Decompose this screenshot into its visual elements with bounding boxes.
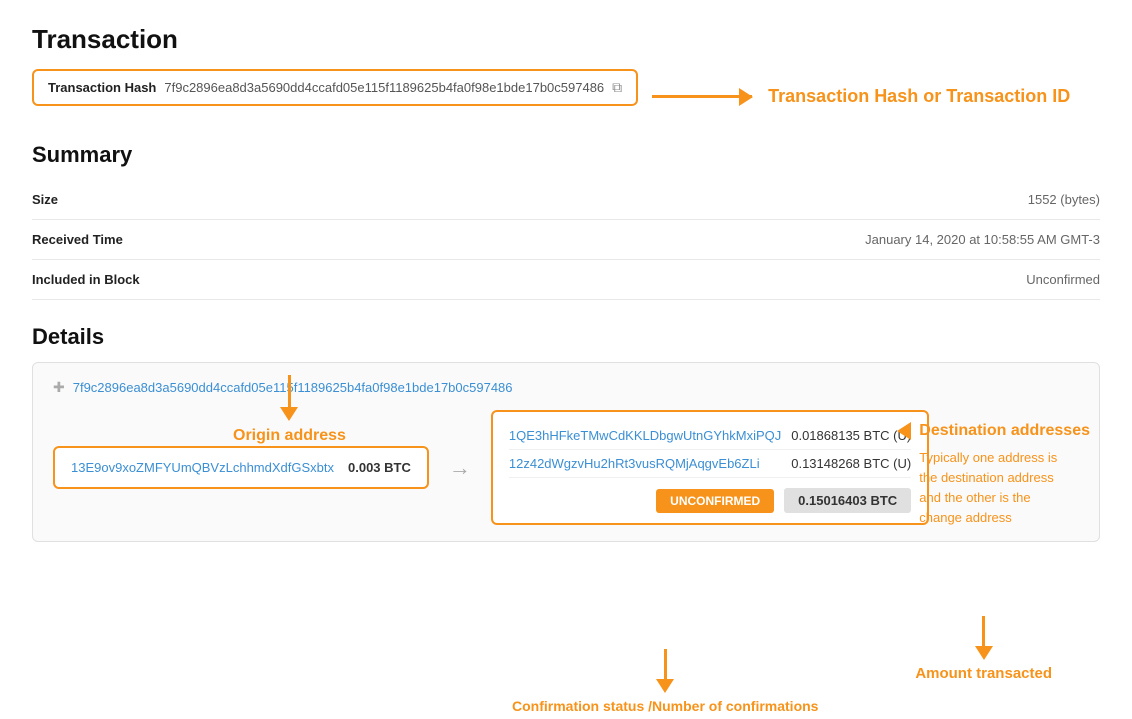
- status-badge: UNCONFIRMED: [656, 489, 774, 513]
- summary-row-label: Received Time: [32, 220, 232, 260]
- copy-icon[interactable]: ⧉: [612, 79, 622, 96]
- dest-address-2[interactable]: 12z42dWgzvHu2hRt3vusRQMjAqgvEb6ZLi: [509, 456, 760, 471]
- summary-row: Size1552 (bytes): [32, 180, 1100, 220]
- summary-table: Size1552 (bytes)Received TimeJanuary 14,…: [32, 180, 1100, 300]
- page-title: Transaction: [32, 24, 1100, 55]
- summary-row-label: Included in Block: [32, 260, 232, 300]
- dest-box: 1QE3hHFkeTMwCdKKLDbgwUtnGYhkMxiPQJ 0.018…: [491, 410, 929, 525]
- details-txid-value[interactable]: 7f9c2896ea8d3a5690dd4ccafd05e115f1189625…: [73, 380, 513, 395]
- amount-annotation-label: Amount transacted: [915, 665, 1052, 682]
- tx-flow: 13E9ov9xoZMFYUmQBVzLchhmdXdfGSxbtx 0.003…: [53, 410, 1079, 525]
- status-row: UNCONFIRMED 0.15016403 BTC: [509, 488, 911, 513]
- hash-row-wrapper: Transaction Hash 7f9c2896ea8d3a5690dd4cc…: [32, 69, 1100, 124]
- dest-address-1[interactable]: 1QE3hHFkeTMwCdKKLDbgwUtnGYhkMxiPQJ: [509, 428, 781, 443]
- details-block: ✚ 7f9c2896ea8d3a5690dd4ccafd05e115f11896…: [32, 362, 1100, 542]
- origin-amount: 0.003 BTC: [348, 460, 411, 475]
- details-title: Details: [32, 324, 1100, 350]
- summary-row-value: January 14, 2020 at 10:58:55 AM GMT-3: [232, 220, 1100, 260]
- transaction-hash-annotation: Transaction Hash or Transaction ID: [768, 86, 1070, 107]
- summary-row: Included in BlockUnconfirmed: [32, 260, 1100, 300]
- summary-title: Summary: [32, 142, 1100, 168]
- summary-row-value: Unconfirmed: [232, 260, 1100, 300]
- amount-annotation: Amount transacted: [915, 616, 1052, 682]
- transaction-hash-label: Transaction Hash: [48, 80, 156, 95]
- origin-address[interactable]: 13E9ov9xoZMFYUmQBVzLchhmdXdfGSxbtx: [71, 460, 334, 475]
- summary-row-value: 1552 (bytes): [232, 180, 1100, 220]
- details-txid-row: ✚ 7f9c2896ea8d3a5690dd4ccafd05e115f11896…: [53, 379, 1079, 396]
- transaction-hash-value: 7f9c2896ea8d3a5690dd4ccafd05e115f1189625…: [164, 80, 604, 95]
- dest-row-1: 1QE3hHFkeTMwCdKKLDbgwUtnGYhkMxiPQJ 0.018…: [509, 422, 911, 450]
- details-outer: ✚ 7f9c2896ea8d3a5690dd4ccafd05e115f11896…: [32, 362, 1100, 672]
- confirm-annotation-label: Confirmation status /Number of confirmat…: [512, 698, 818, 714]
- summary-row-label: Size: [32, 180, 232, 220]
- btc-total: 0.15016403 BTC: [784, 488, 911, 513]
- dest-row-2: 12z42dWgzvHu2hRt3vusRQMjAqgvEb6ZLi 0.131…: [509, 450, 911, 478]
- flow-arrow: →: [449, 455, 471, 481]
- expand-icon[interactable]: ✚: [53, 379, 65, 396]
- confirm-annotation: Confirmation status /Number of confirmat…: [512, 649, 818, 714]
- transaction-hash-box: Transaction Hash 7f9c2896ea8d3a5690dd4cc…: [32, 69, 638, 106]
- dest-amount-2: 0.13148268 BTC (U): [791, 456, 911, 471]
- page-wrapper: Transaction Transaction Hash 7f9c2896ea8…: [32, 24, 1100, 672]
- dest-amount-1: 0.01868135 BTC (U): [791, 428, 911, 443]
- origin-box: 13E9ov9xoZMFYUmQBVzLchhmdXdfGSxbtx 0.003…: [53, 446, 429, 489]
- summary-row: Received TimeJanuary 14, 2020 at 10:58:5…: [32, 220, 1100, 260]
